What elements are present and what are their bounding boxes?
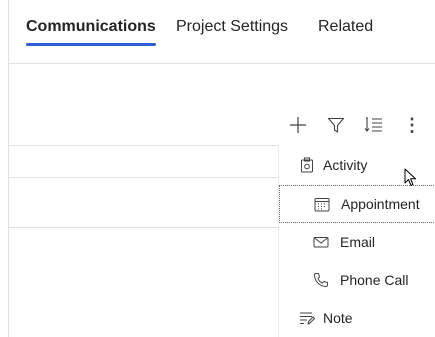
- filter-button[interactable]: [322, 112, 350, 138]
- calendar-icon: [314, 196, 330, 212]
- tab-communications[interactable]: Communications: [26, 18, 156, 46]
- tab-related[interactable]: Related: [318, 18, 373, 36]
- tab-project-settings[interactable]: Project Settings: [176, 18, 288, 36]
- grid-row-divider: [9, 145, 278, 146]
- tabs-divider: [9, 63, 435, 64]
- tab-communications-label: Communications: [26, 18, 156, 35]
- activity-icon: [299, 157, 315, 173]
- menu-item-phone-call[interactable]: Phone Call: [279, 261, 435, 299]
- more-commands-button[interactable]: ⋮: [398, 112, 426, 138]
- mouse-pointer-icon: [404, 168, 416, 186]
- menu-item-label: Appointment: [341, 196, 420, 212]
- menu-item-note[interactable]: Note: [279, 299, 435, 337]
- mail-icon: [313, 234, 329, 250]
- more-vertical-icon: ⋮: [403, 114, 421, 135]
- sort-button[interactable]: [360, 112, 388, 138]
- subgrid-toolbar: ⋮: [282, 112, 435, 138]
- menu-item-label: Phone Call: [340, 272, 409, 288]
- add-button[interactable]: [284, 112, 312, 138]
- menu-item-email[interactable]: Email: [279, 223, 435, 261]
- menu-item-label: Note: [323, 310, 353, 326]
- grid-row-divider: [9, 227, 278, 228]
- phone-icon: [313, 272, 329, 288]
- tab-related-label: Related: [318, 18, 374, 35]
- note-icon: [299, 310, 315, 326]
- menu-item-label: Email: [340, 234, 376, 250]
- active-tab-indicator: [26, 43, 156, 46]
- grid-row-divider: [9, 177, 278, 178]
- tab-project-settings-label: Project Settings: [176, 18, 289, 35]
- menu-item-appointment[interactable]: Appointment: [279, 185, 435, 223]
- plus-icon: [290, 117, 306, 133]
- filter-icon: [327, 117, 345, 133]
- left-border: [8, 0, 9, 337]
- sort-icon: [364, 117, 382, 132]
- menu-item-label: Activity: [323, 157, 368, 173]
